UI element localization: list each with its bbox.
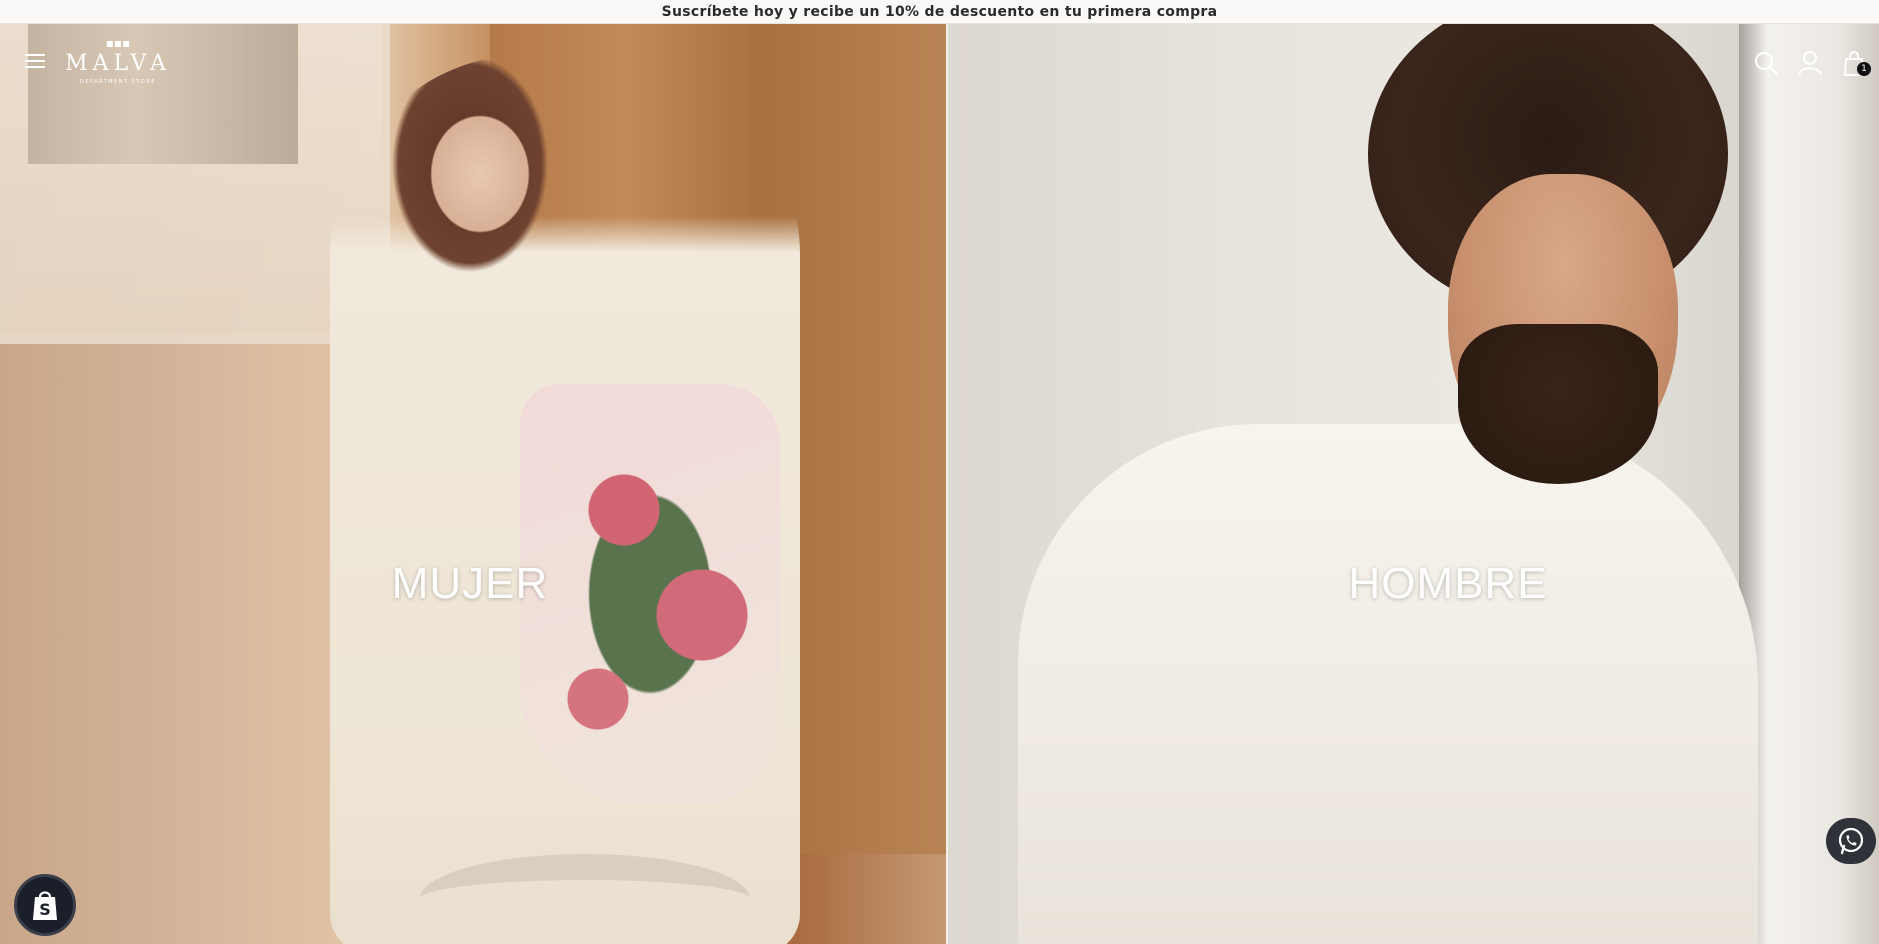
cart-count-badge: 1 [1857,62,1871,76]
header-actions: 1 [1753,50,1871,78]
model-man-shirt-image [1018,424,1758,944]
stool-image [420,854,750,944]
shopify-bag-icon[interactable]: S [14,874,76,936]
announcement-text[interactable]: Suscríbete hoy y recibe un 10% de descue… [662,4,1218,20]
store-logo[interactable]: ▪▪▪ MALVA DEPARTMENT STORE [62,36,174,96]
search-icon[interactable] [1753,50,1779,76]
announcement-bar[interactable]: Suscríbete hoy y recibe un 10% de descue… [0,0,1879,24]
whatsapp-icon[interactable] [1826,818,1876,864]
logo-mark-icon: ▪▪▪ [105,36,131,50]
svg-text:S: S [39,900,51,919]
category-label-hombre[interactable]: HOMBRE [948,559,1879,609]
category-panel-hombre[interactable]: HOMBRE [948,24,1879,944]
account-icon[interactable] [1797,50,1823,76]
model-man-beard-image [1458,324,1658,484]
background-door [1739,24,1879,944]
category-label-mujer[interactable]: MUJER [0,559,940,609]
cart-icon[interactable]: 1 [1841,50,1871,76]
logo-subtitle: DEPARTMENT STORE [80,79,156,85]
hamburger-menu-icon[interactable] [25,52,47,70]
hero-split: MUJER HOMBRE [0,24,1879,944]
category-panel-mujer[interactable]: MUJER [0,24,946,944]
logo-name: MALVA [65,51,171,76]
